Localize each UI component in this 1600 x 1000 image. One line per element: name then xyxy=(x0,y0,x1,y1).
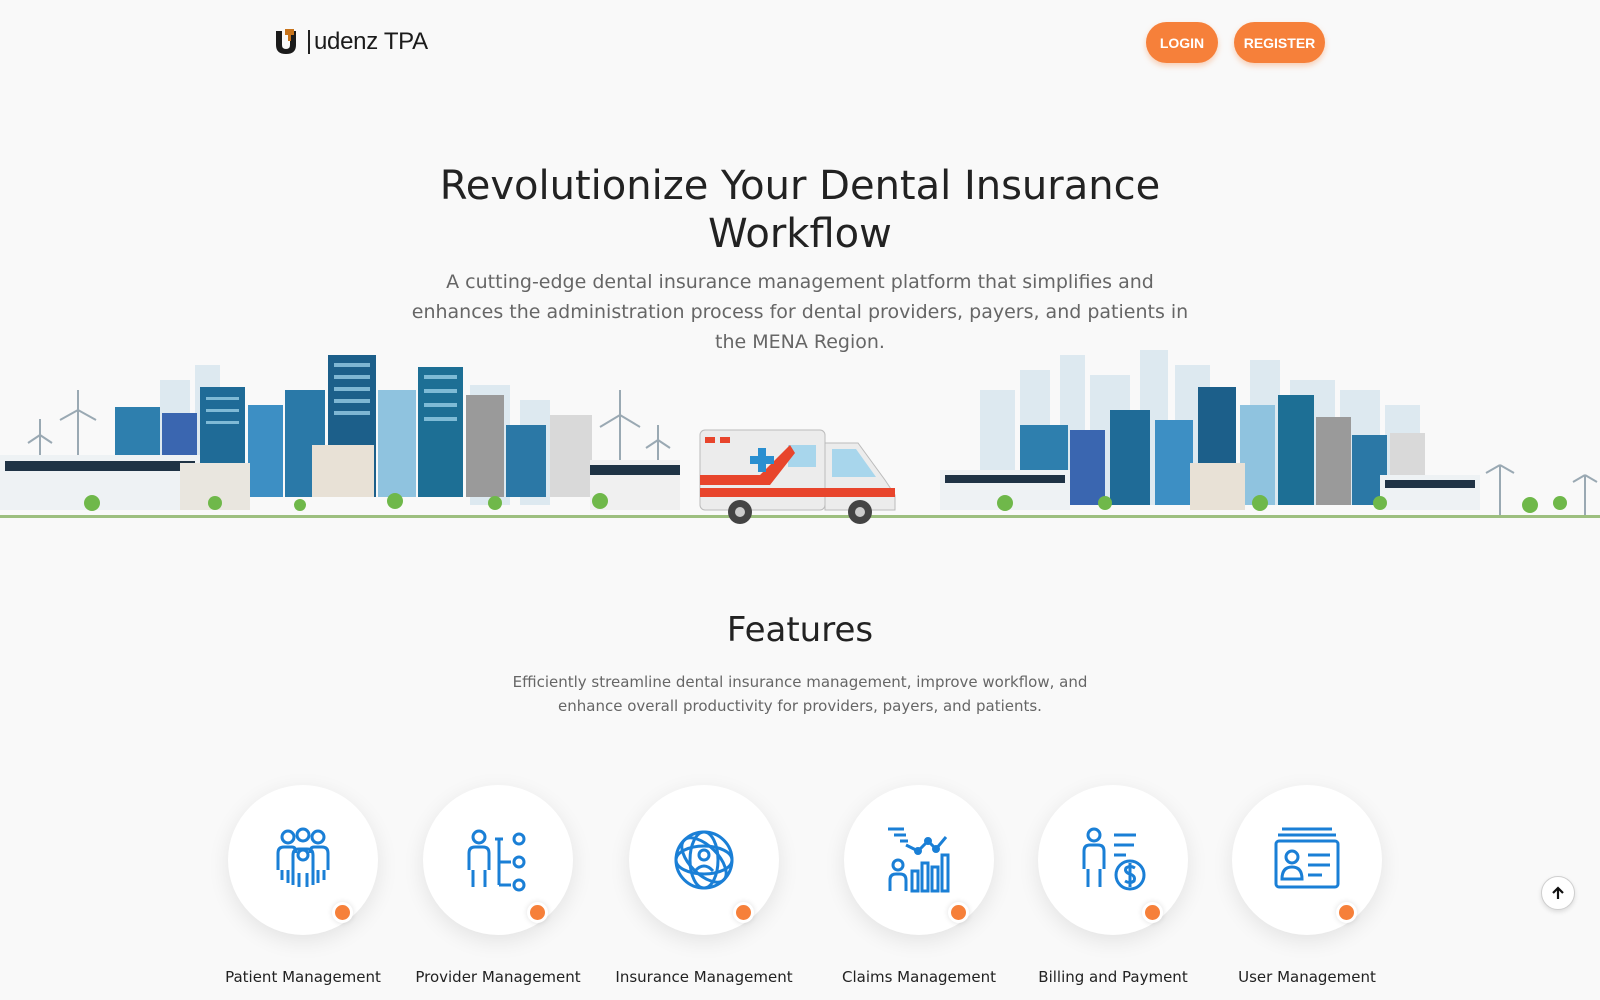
patients-icon xyxy=(276,827,330,887)
insurance-globe-icon xyxy=(674,830,734,890)
hero-subtitle: A cutting-edge dental insurance manageme… xyxy=(411,271,1189,353)
login-button[interactable]: LOGIN xyxy=(1146,22,1218,63)
features-title: Features xyxy=(726,610,874,650)
feature-label: Patient Management xyxy=(225,968,381,986)
feature-indicator-dot xyxy=(332,902,353,923)
features-subtitle: Efficiently streamline dental insurance … xyxy=(512,673,1088,715)
feature-icon-circle xyxy=(1038,785,1188,935)
hero-title: Revolutionize Your Dental Insurance Work… xyxy=(439,163,1161,257)
feature-icon-circle xyxy=(1232,785,1382,935)
feature-icon-circle xyxy=(228,785,378,935)
feature-icon-circle xyxy=(844,785,994,935)
brand-logo[interactable]: udenz TPA xyxy=(273,27,428,57)
feature-indicator-dot xyxy=(948,902,969,923)
feature-indicator-dot xyxy=(527,902,548,923)
city-skyline-illustration xyxy=(0,350,1600,524)
feature-label: Claims Management xyxy=(841,968,996,986)
claims-chart-icon xyxy=(888,827,950,893)
scroll-to-top-button[interactable] xyxy=(1541,876,1575,910)
feature-label: Billing and Payment xyxy=(1038,968,1188,986)
feature-indicator-dot xyxy=(733,902,754,923)
logo-separator xyxy=(308,30,310,54)
feature-label: User Management xyxy=(1238,968,1376,986)
site-header: udenz TPA LOGIN REGISTER xyxy=(0,0,1600,86)
register-button[interactable]: REGISTER xyxy=(1234,22,1325,63)
provider-network-icon xyxy=(467,829,526,892)
feature-icon-circle xyxy=(423,785,573,935)
feature-indicator-dot xyxy=(1142,902,1163,923)
billing-dollar-icon xyxy=(1082,827,1146,891)
feature-label: Insurance Management xyxy=(615,968,793,986)
brand-name: udenz TPA xyxy=(314,28,428,55)
feature-label: Provider Management xyxy=(415,968,581,986)
user-id-card-icon xyxy=(1274,827,1340,889)
feature-indicator-dot xyxy=(1336,902,1357,923)
udenz-logo-icon xyxy=(276,29,296,54)
arrow-up-icon xyxy=(1552,886,1564,899)
feature-icon-circle xyxy=(629,785,779,935)
